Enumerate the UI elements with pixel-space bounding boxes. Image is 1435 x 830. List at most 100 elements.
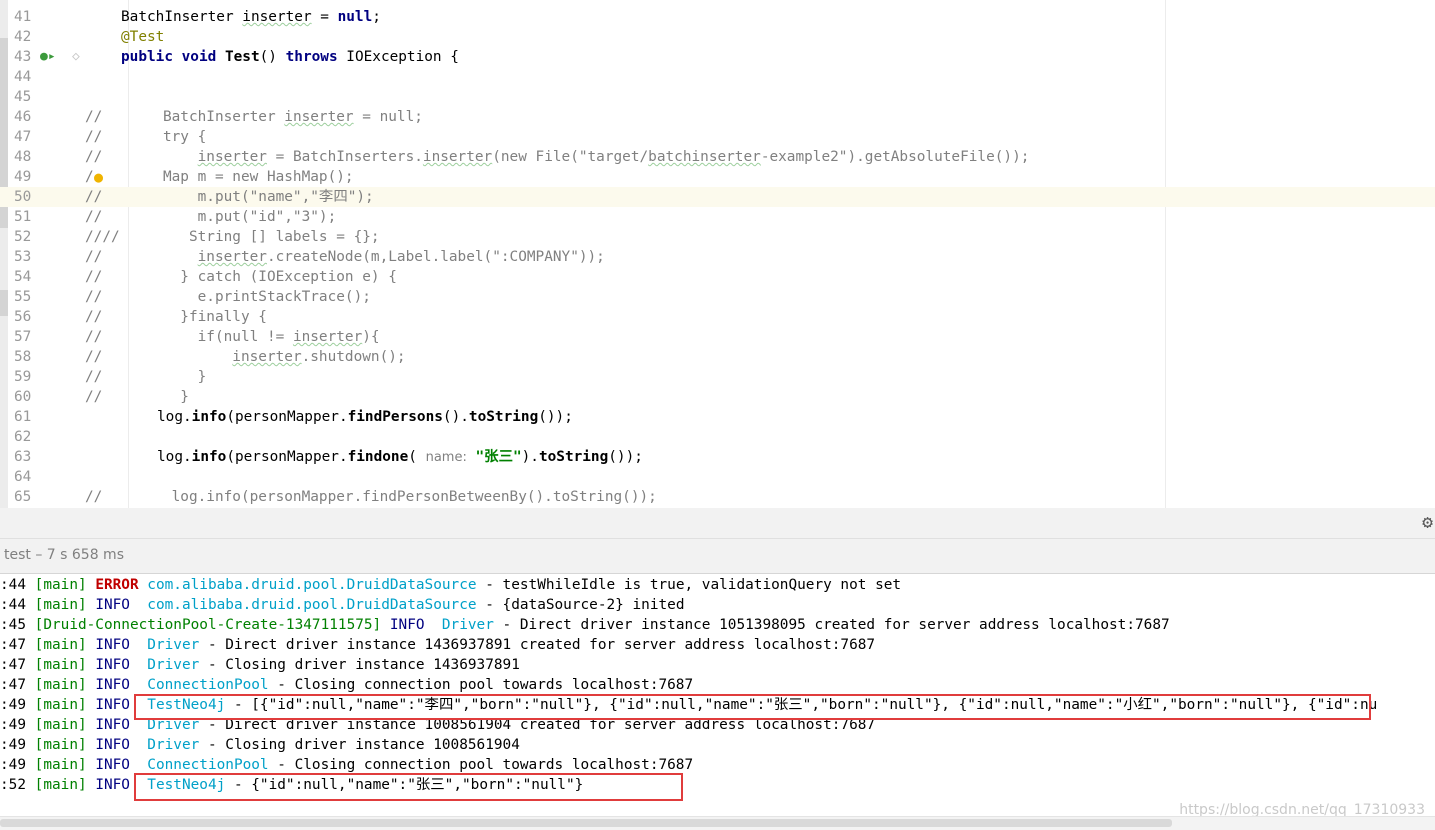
line-number: 57 <box>14 329 32 345</box>
code-line[interactable]: 55 // e.printStackTrace(); <box>0 287 1435 307</box>
log-time: :49 <box>0 737 26 753</box>
log-level: INFO <box>86 737 139 753</box>
code-text: // } catch (IOException e) { <box>85 269 397 285</box>
log-message: - {dataSource-2} inited <box>476 597 685 613</box>
line-number: 58 <box>14 349 32 365</box>
code-text: // }finally { <box>85 309 267 325</box>
line-number: 60 <box>14 389 32 405</box>
log-logger[interactable]: ConnectionPool <box>139 757 268 773</box>
line-number: 46 <box>14 109 32 125</box>
code-line[interactable]: 62 <box>0 427 1435 447</box>
log-logger[interactable]: Driver <box>139 737 199 753</box>
run-title[interactable]: test – 7 s 658 ms <box>4 547 124 563</box>
log-logger[interactable]: Driver <box>139 657 199 673</box>
code-line[interactable]: 56 // }finally { <box>0 307 1435 327</box>
line-number: 41 <box>14 9 32 25</box>
code-line[interactable]: 52 //// String [] labels = {}; <box>0 227 1435 247</box>
code-editor[interactable]: 41 BatchInserter inserter = null; 42 @Test 4… <box>0 0 1435 508</box>
code-text: BatchInserter inserter = null; <box>121 9 381 25</box>
code-line[interactable]: 43 public void Test() throws IOException … <box>0 47 1435 67</box>
code-text: // e.printStackTrace(); <box>85 289 371 305</box>
line-number: 56 <box>14 309 32 325</box>
code-text: //// String [] labels = {}; <box>85 229 380 245</box>
log-message: - Closing connection pool towards localh… <box>268 677 694 693</box>
log-logger[interactable]: Driver <box>139 637 199 653</box>
code-text: public void Test() throws IOException { <box>121 49 459 65</box>
line-number: 51 <box>14 209 32 225</box>
log-thread: [main] <box>26 717 87 733</box>
line-number: 50 <box>14 189 32 205</box>
log-level: INFO <box>86 717 139 733</box>
highlight-box-single-result <box>134 773 683 801</box>
run-test-icon[interactable]: ●▸ <box>40 47 56 67</box>
line-number: 44 <box>14 69 32 85</box>
line-number: 49 <box>14 169 32 185</box>
lightbulb-icon[interactable]: ● <box>94 167 103 187</box>
log-time: :44 <box>0 577 26 593</box>
log-time: :45 <box>0 617 26 633</box>
code-text: // } <box>85 389 189 405</box>
code-line[interactable]: 58 // inserter.shutdown(); <box>0 347 1435 367</box>
log-level: ERROR <box>86 577 139 593</box>
console-line: :47 [main] INFO Driver - Closing driver … <box>0 655 520 675</box>
console-line: :49 [main] INFO Driver - Closing driver … <box>0 735 520 755</box>
log-logger[interactable]: Driver <box>433 617 494 633</box>
code-line[interactable]: 45 <box>0 87 1435 107</box>
log-thread: [main] <box>26 757 87 773</box>
code-line[interactable]: 46 // BatchInserter inserter = null; <box>0 107 1435 127</box>
line-number: 45 <box>14 89 32 105</box>
code-line[interactable]: 47 // try { <box>0 127 1435 147</box>
log-time: :47 <box>0 637 26 653</box>
code-line[interactable]: 53 // inserter.createNode(m,Label.label("… <box>0 247 1435 267</box>
code-text: // inserter.shutdown(); <box>85 349 406 365</box>
log-time: :47 <box>0 657 26 673</box>
horizontal-scrollbar[interactable] <box>0 816 1435 830</box>
code-line[interactable]: 50 // m.put("name","李四"); <box>0 187 1435 207</box>
gear-icon[interactable]: ⚙ <box>1422 512 1433 533</box>
code-line[interactable]: 48 // inserter = BatchInserters.inserter(… <box>0 147 1435 167</box>
log-thread: [main] <box>26 657 87 673</box>
log-time: :47 <box>0 677 26 693</box>
log-time: :52 <box>0 777 26 793</box>
line-number: 52 <box>14 229 32 245</box>
line-number: 59 <box>14 369 32 385</box>
code-text: log.info(personMapper.findone( name: "张三… <box>157 449 643 465</box>
line-number: 65 <box>14 489 32 505</box>
code-line[interactable]: 44 <box>0 67 1435 87</box>
code-line[interactable]: 63 log.info(personMapper.findone( name: "… <box>0 447 1435 467</box>
code-line[interactable]: 42 @Test <box>0 27 1435 47</box>
log-thread: [main] <box>26 777 87 793</box>
line-number: 48 <box>14 149 32 165</box>
log-logger[interactable]: com.alibaba.druid.pool.DruidDataSource <box>139 597 476 613</box>
code-line[interactable]: 60 // } <box>0 387 1435 407</box>
code-line[interactable]: 41 BatchInserter inserter = null; <box>0 7 1435 27</box>
log-message: - testWhileIdle is true, validationQuery… <box>476 577 902 593</box>
line-number: 54 <box>14 269 32 285</box>
code-line[interactable]: 49 / Map m = new HashMap(); <box>0 167 1435 187</box>
code-line[interactable]: 57 // if(null != inserter){ <box>0 327 1435 347</box>
log-thread: [main] <box>26 677 87 693</box>
code-line[interactable]: 64 <box>0 467 1435 487</box>
scrollbar-thumb[interactable] <box>0 819 1172 827</box>
log-thread: [main] <box>26 577 87 593</box>
console-line: :47 [main] INFO ConnectionPool - Closing… <box>0 675 693 695</box>
line-number: 64 <box>14 469 32 485</box>
fold-icon[interactable]: ◇ <box>72 47 80 67</box>
log-message: - Direct driver instance 1436937891 crea… <box>199 637 876 653</box>
log-logger[interactable]: com.alibaba.druid.pool.DruidDataSource <box>139 577 476 593</box>
log-logger[interactable]: ConnectionPool <box>139 677 268 693</box>
line-number: 42 <box>14 29 32 45</box>
console-output[interactable]: :44 [main] ERROR com.alibaba.druid.pool.… <box>0 574 1435 816</box>
code-line[interactable]: 65 // log.info(personMapper.findPersonBet… <box>0 487 1435 507</box>
code-line[interactable]: 51 // m.put("id","3"); <box>0 207 1435 227</box>
line-number: 43 <box>14 49 32 65</box>
code-line[interactable]: 54 // } catch (IOException e) { <box>0 267 1435 287</box>
panel-toolbar: ⚙ <box>0 508 1435 539</box>
code-line[interactable]: 59 // } <box>0 367 1435 387</box>
log-thread: [main] <box>26 597 87 613</box>
code-line[interactable]: 61 log.info(personMapper.findPersons().to… <box>0 407 1435 427</box>
console-line: :47 [main] INFO Driver - Direct driver i… <box>0 635 875 655</box>
code-text: / Map m = new HashMap(); <box>85 169 354 185</box>
log-level: INFO <box>86 637 139 653</box>
log-message: - Closing connection pool towards localh… <box>268 757 694 773</box>
